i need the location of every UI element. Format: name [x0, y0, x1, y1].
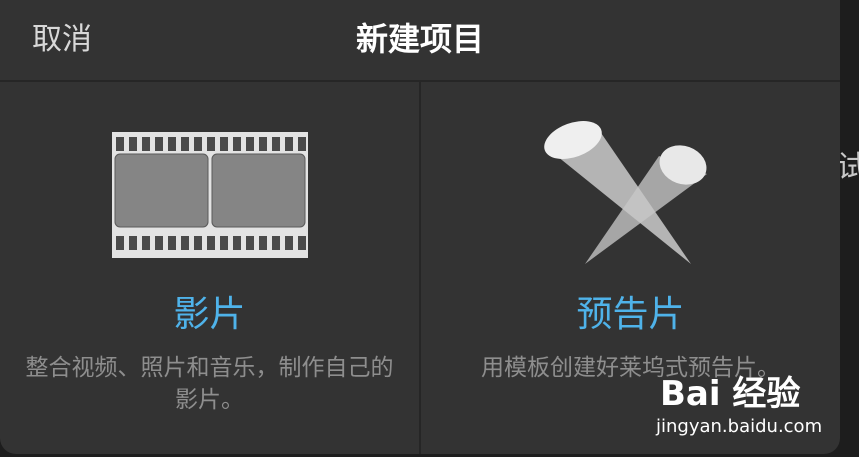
- baidu-watermark: Bai 经验 jingyan.baidu.com: [652, 364, 822, 444]
- movie-option-button[interactable]: 影片 整合视频、照片和音乐，制作自己的影片。: [0, 82, 419, 454]
- page-title: 新建项目: [355, 20, 484, 58]
- background-peek-text: 试: [837, 150, 859, 185]
- spotlights-icon: [421, 118, 840, 278]
- sheet-header: 取消 新建项目: [0, 0, 840, 82]
- trailer-label: 预告片: [576, 294, 685, 335]
- watermark-url: jingyan.baidu.com: [656, 416, 823, 437]
- movie-description: 整合视频、照片和音乐，制作自己的影片。: [25, 355, 394, 413]
- film-strip-icon: [0, 118, 419, 278]
- watermark-logo: Bai 经验: [660, 374, 801, 414]
- movie-label: 影片: [173, 294, 246, 335]
